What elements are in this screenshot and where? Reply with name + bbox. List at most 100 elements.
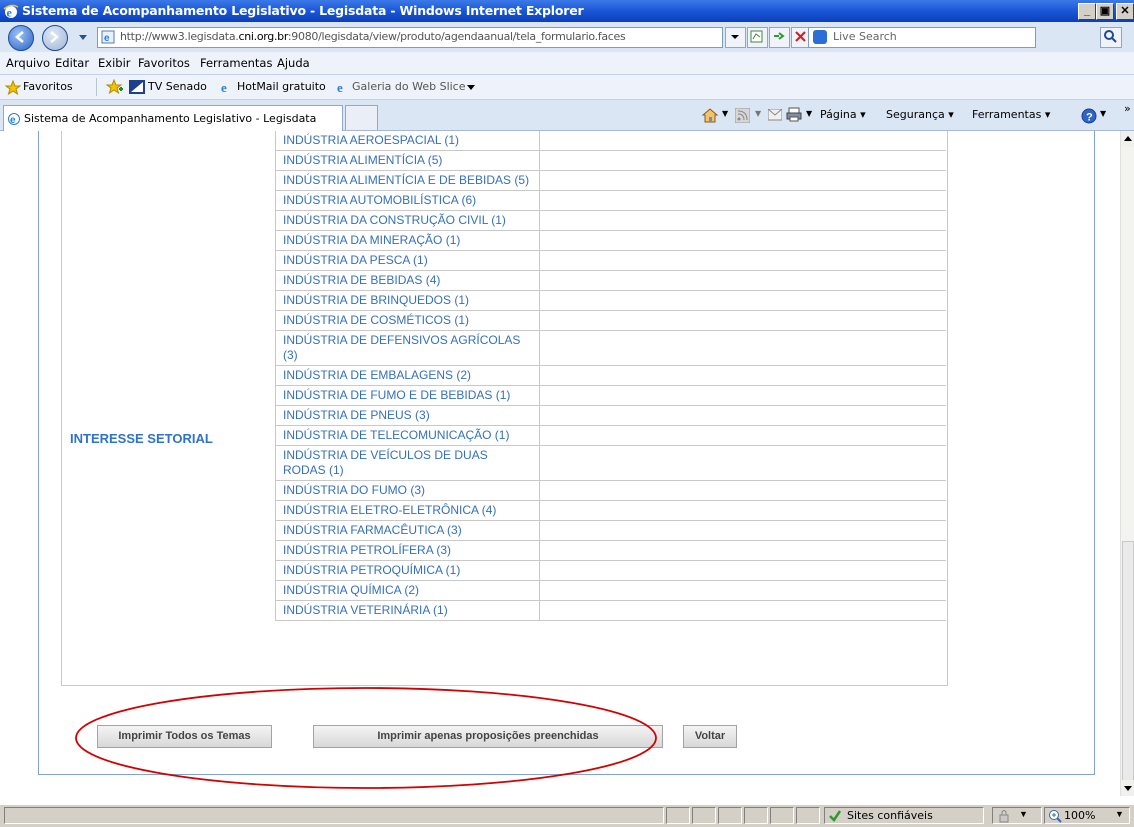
compatibility-icon [750,30,763,43]
ie-logo-icon: e [8,113,20,126]
menu-editar[interactable]: Editar [55,56,89,70]
favorite-link-tv-senado[interactable]: TV Senado [148,80,207,93]
list-item[interactable]: INDÚSTRIA DE BEBIDAS (4) [276,271,539,291]
row-divider [538,270,946,271]
history-dropdown-icon[interactable] [78,34,88,42]
chevron-down-icon [731,35,739,39]
list-item[interactable]: INDÚSTRIA DO FUMO (3) [276,481,539,501]
command-seguranca[interactable]: Segurança ▾ [886,108,954,121]
row-divider [538,230,946,231]
menu-bar: Arquivo Editar Exibir Favoritos Ferramen… [0,52,1134,75]
list-item[interactable]: INDÚSTRIA DE EMBALAGENS (2) [276,366,539,386]
svg-text:e: e [104,33,110,44]
command-ferramentas[interactable]: Ferramentas ▾ [972,108,1050,121]
svg-text:e: e [10,115,16,126]
protected-mode-button[interactable]: ▼ [992,807,1042,824]
row-divider [538,480,946,481]
help-dropdown-icon[interactable]: ▼ [1100,109,1106,118]
close-button[interactable]: ✕ [1116,3,1134,20]
vertical-scrollbar[interactable] [1120,131,1134,796]
home-icon[interactable] [701,107,719,123]
row-divider [538,540,946,541]
row-divider [538,210,946,211]
scroll-down-arrow[interactable] [1121,780,1134,796]
list-item[interactable]: INDÚSTRIA DE COSMÉTICOS (1) [276,311,539,331]
zoom-control[interactable]: 100% ▼ [1044,807,1130,824]
svg-text:e: e [337,80,343,94]
favorites-button[interactable]: Favoritos [23,80,73,93]
url-text: http://www3.legisdata.cni.org.br:9080/le… [120,30,626,43]
feeds-dropdown-icon[interactable]: ▼ [755,109,761,118]
menu-ferramentas[interactable]: Ferramentas [200,56,272,70]
forward-button[interactable] [42,25,68,51]
search-button[interactable] [1100,27,1122,48]
list-item[interactable]: INDÚSTRIA DA PESCA (1) [276,251,539,271]
list-item[interactable]: INDÚSTRIA DA CONSTRUÇÃO CIVIL (1) [276,211,539,231]
live-search-logo-icon [813,30,827,44]
search-field[interactable]: Live Search [808,27,1036,48]
list-item[interactable]: INDÚSTRIA DE TELECOMUNICAÇÃO (1) [276,426,539,446]
menu-favoritos[interactable]: Favoritos [138,56,190,70]
favorite-link-hotmail[interactable]: HotMail gratuito [237,80,326,93]
list-item[interactable]: INDÚSTRIA QUÍMICA (2) [276,581,539,601]
row-divider [538,385,946,386]
mail-icon[interactable] [768,109,782,121]
print-dropdown-icon[interactable]: ▼ [806,109,812,118]
row-divider [538,620,946,621]
compatibility-button[interactable] [747,27,768,48]
menu-ajuda[interactable]: Ajuda [277,56,310,70]
chevron-more-icon[interactable]: » [1124,102,1131,115]
feeds-icon[interactable] [735,108,750,123]
status-cell [666,807,690,824]
back-button[interactable] [8,25,34,51]
list-item[interactable]: INDÚSTRIA FARMACÊUTICA (3) [276,521,539,541]
security-zone[interactable]: Sites confiáveis [824,807,984,824]
add-favorite-icon[interactable] [106,79,124,95]
maximize-button[interactable]: ▣ [1096,3,1114,20]
list-item[interactable]: INDÚSTRIA PETROLÍFERA (3) [276,541,539,561]
chevron-down-icon[interactable] [467,85,475,91]
ie-page-icon: e [221,80,227,94]
checkmark-icon [829,810,842,822]
new-tab-button[interactable] [345,105,378,130]
list-item[interactable]: INDÚSTRIA PETROQUÍMICA (1) [276,561,539,581]
list-item[interactable]: INDÚSTRIA ALIMENTÍCIA (5) [276,151,539,171]
list-item[interactable]: INDÚSTRIA DA MINERAÇÃO (1) [276,231,539,251]
address-toolbar: e http://www3.legisdata.cni.org.br:9080/… [0,22,1134,52]
list-item[interactable]: INDÚSTRIA VETERINÁRIA (1) [276,601,539,621]
list-item[interactable]: INDÚSTRIA AUTOMOBILÍSTICA (6) [276,191,539,211]
list-item[interactable]: INDÚSTRIA AEROESPACIAL (1) [276,131,539,151]
refresh-button[interactable] [769,27,790,48]
status-text-cell [4,807,664,824]
home-dropdown-icon[interactable]: ▼ [722,109,728,118]
zoom-icon [1049,810,1062,823]
list-item[interactable]: INDÚSTRIA DE FUMO E DE BEBIDAS (1) [276,386,539,406]
favorites-bar: Favoritos TV Senado e HotMail gratuito e… [0,75,1134,100]
back-page-button[interactable]: Voltar [683,725,737,748]
menu-arquivo[interactable]: Arquivo [6,56,50,70]
scroll-up-arrow[interactable] [1121,131,1134,147]
list-item[interactable]: INDÚSTRIA DE PNEUS (3) [276,406,539,426]
address-field[interactable]: e http://www3.legisdata.cni.org.br:9080/… [97,27,723,48]
section-label: INTERESSE SETORIAL [70,431,213,446]
menu-exibir[interactable]: Exibir [98,56,131,70]
tab-bar: e Sistema de Acompanhamento Legislativo … [0,100,1134,131]
minimize-button[interactable]: _ [1078,3,1096,20]
list-item[interactable]: INDÚSTRIA ALIMENTÍCIA E DE BEBIDAS (5) [276,171,539,191]
help-icon[interactable]: ? [1081,108,1097,124]
scrollbar-thumb[interactable] [1122,541,1134,781]
address-dropdown-button[interactable] [725,27,746,48]
list-item[interactable]: INDÚSTRIA DE VEÍCULOS DE DUAS RODAS (1) [276,446,539,481]
row-divider [538,170,946,171]
stop-icon [795,31,806,42]
list-item[interactable]: INDÚSTRIA DE DEFENSIVOS AGRÍCOLAS (3) [276,331,539,366]
print-icon[interactable] [786,107,802,122]
command-pagina[interactable]: Página ▾ [820,108,866,121]
list-item[interactable]: INDÚSTRIA ELETRO-ELETRÔNICA (4) [276,501,539,521]
lock-shield-icon [999,810,1009,823]
favorite-link-web-slice[interactable]: Galeria do Web Slice [352,80,466,93]
row-divider [538,405,946,406]
list-item[interactable]: INDÚSTRIA DE BRINQUEDOS (1) [276,291,539,311]
tab-legisdata[interactable]: e Sistema de Acompanhamento Legislativo … [3,105,343,131]
favorites-star-icon [5,80,21,95]
